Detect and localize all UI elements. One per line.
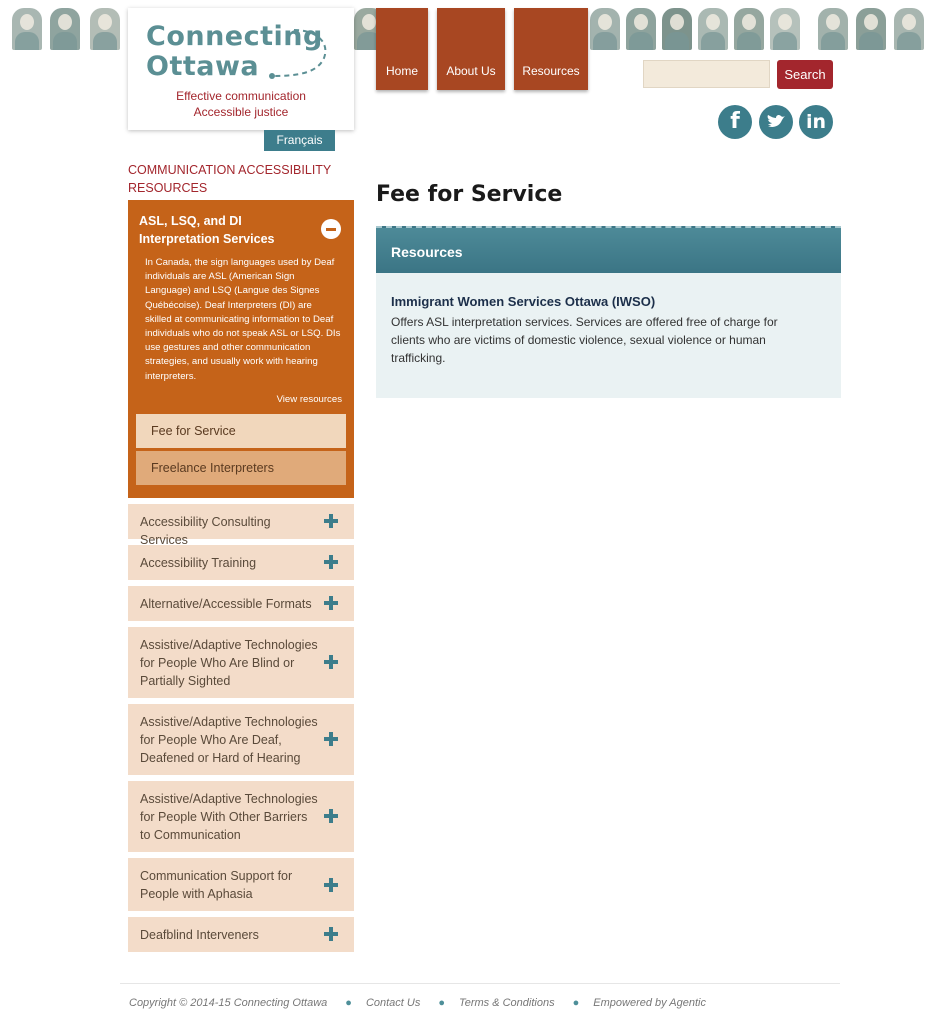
sidebar-item-aphasia[interactable]: Communication Support for People with Ap… (128, 858, 354, 911)
resources-panel-header: Resources (376, 226, 841, 273)
sidebar-item-alternative-formats[interactable]: Alternative/Accessible Formats (128, 586, 354, 621)
sidebar-item-accessibility-consulting[interactable]: Accessibility Consulting Services (128, 504, 354, 547)
sidebar-subitem-freelance-interpreters[interactable]: Freelance Interpreters (136, 451, 346, 485)
resource-org-description: Offers ASL interpretation services. Serv… (391, 315, 778, 365)
sidebar-section-description: In Canada, the sign languages used by De… (145, 257, 341, 382)
sidebar-item-label: Accessibility Training (140, 556, 257, 570)
expand-icon[interactable] (324, 732, 338, 746)
portrait-image (626, 8, 656, 50)
portrait-image (856, 8, 886, 50)
footer-bullet-icon: ● (572, 997, 580, 1009)
sidebar-section-title[interactable]: ASL, LSQ, and DI Interpretation Services (139, 212, 317, 248)
footer-divider (120, 983, 840, 984)
sidebar-item-assistive-other[interactable]: Assistive/Adaptive Technologies for Peop… (128, 781, 354, 852)
expand-icon[interactable] (324, 596, 338, 610)
page-title: Fee for Service (376, 182, 563, 207)
portrait-image (734, 8, 764, 50)
resources-panel: Resources Immigrant Women Services Ottaw… (376, 226, 841, 398)
portrait-image (894, 8, 924, 50)
footer-copyright: Copyright © 2014-15 Connecting Ottawa (129, 997, 328, 1009)
sidebar-section-asl: ASL, LSQ, and DI Interpretation Services… (128, 200, 354, 498)
logo-swoosh-icon (269, 29, 327, 79)
portrait-image (770, 8, 800, 50)
portrait-image (50, 8, 80, 50)
sidebar-item-assistive-deaf[interactable]: Assistive/Adaptive Technologies for Peop… (128, 704, 354, 775)
resources-panel-title: Resources (391, 244, 463, 260)
nav-about-tab[interactable]: About Us (437, 8, 505, 90)
portrait-image (662, 8, 692, 50)
collapse-icon[interactable] (321, 219, 341, 239)
expand-icon[interactable] (324, 655, 338, 669)
sidebar-item-label: Communication Support for People with Ap… (140, 869, 293, 901)
footer-contact-link[interactable]: Contact Us (366, 997, 420, 1009)
search-input[interactable] (643, 60, 770, 88)
portrait-image (12, 8, 42, 50)
portrait-image (90, 8, 120, 50)
expand-icon[interactable] (324, 809, 338, 823)
sidebar-item-label: Deafblind Interveners (140, 928, 259, 942)
expand-icon[interactable] (324, 927, 338, 941)
portrait-image (590, 8, 620, 50)
site-logo[interactable]: Connecting Ottawa Effective communicatio… (128, 8, 354, 130)
sidebar-item-label: Assistive/Adaptive Technologies for Peop… (140, 715, 318, 765)
logo-tagline: Effective communication (176, 89, 306, 103)
sidebar-heading: COMMUNICATION ACCESSIBILITY RESOURCES (128, 163, 332, 195)
footer-powered-link[interactable]: Empowered by Agentic (593, 997, 706, 1009)
portrait-image (818, 8, 848, 50)
expand-icon[interactable] (324, 555, 338, 569)
language-toggle-button[interactable]: Français (264, 130, 335, 151)
sidebar-subitem-fee-for-service[interactable]: Fee for Service (136, 414, 346, 448)
view-resources-link[interactable]: View resources (277, 394, 342, 405)
linkedin-icon[interactable]: in (799, 105, 833, 139)
expand-icon[interactable] (324, 878, 338, 892)
footer-terms-link[interactable]: Terms & Conditions (459, 997, 555, 1009)
sidebar-item-label: Assistive/Adaptive Technologies for Peop… (140, 638, 318, 688)
footer: Copyright © 2014-15 Connecting Ottawa ● Co… (129, 997, 706, 1009)
sidebar-item-label: Alternative/Accessible Formats (140, 597, 312, 611)
sidebar-item-assistive-blind[interactable]: Assistive/Adaptive Technologies for Peop… (128, 627, 354, 698)
nav-resources-tab[interactable]: Resources (514, 8, 588, 90)
nav-home-tab[interactable]: Home (376, 8, 428, 90)
sidebar-item-label: Assistive/Adaptive Technologies for Peop… (140, 792, 318, 842)
expand-icon[interactable] (324, 514, 338, 528)
sidebar-item-label: Accessibility Consulting Services (140, 515, 271, 547)
search-button[interactable]: Search (777, 60, 833, 89)
twitter-icon[interactable] (759, 105, 793, 139)
footer-bullet-icon: ● (438, 997, 446, 1009)
facebook-icon[interactable]: f (718, 105, 752, 139)
resource-org-name[interactable]: Immigrant Women Services Ottawa (IWSO) (391, 294, 655, 309)
portrait-image (698, 8, 728, 50)
footer-bullet-icon: ● (345, 997, 352, 1009)
sidebar-item-accessibility-training[interactable]: Accessibility Training (128, 545, 354, 580)
logo-tagline: Accessible justice (193, 105, 289, 119)
sidebar-item-deafblind[interactable]: Deafblind Interveners (128, 917, 354, 952)
